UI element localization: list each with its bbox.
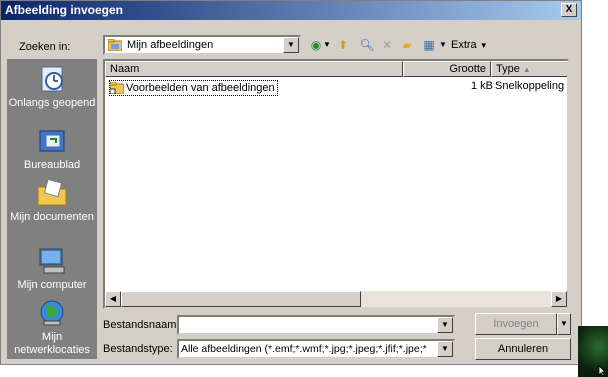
sort-ascending-icon: ▲ [522, 65, 531, 74]
insert-label: Invoegen [493, 318, 539, 330]
scroll-thumb[interactable] [121, 291, 361, 307]
views-dropdown-icon[interactable]: ▼ [439, 37, 447, 53]
filetype-value: Alle afbeeldingen (*.emf;*.wmf;*.jpg;*.j… [181, 343, 427, 355]
filename-field[interactable]: ▼ [177, 315, 455, 335]
place-network[interactable]: Mijn netwerklocaties [7, 299, 97, 357]
my-documents-icon [37, 179, 67, 206]
delete-icon[interactable]: ✕ [379, 37, 395, 53]
file-list[interactable]: Naam Grootte Type ▲ Voorbeelden van afbe… [103, 59, 569, 309]
look-in-label: Zoeken in: [19, 41, 71, 53]
network-places-icon [40, 300, 64, 326]
file-type: Snelkoppeling [495, 80, 565, 92]
cancel-label: Annuleren [497, 343, 549, 355]
file-size: 1 kB [470, 80, 493, 92]
column-header-type[interactable]: Type ▲ [491, 61, 567, 77]
desktop-icon [39, 130, 65, 152]
tools-label: Extra [451, 39, 477, 51]
filetype-combo[interactable]: Alle afbeeldingen (*.emf;*.wmf;*.jpg;*.j… [177, 339, 455, 359]
place-my-computer[interactable]: Mijn computer [7, 247, 97, 292]
scroll-left-icon[interactable]: ◀ [105, 291, 121, 307]
column-header-size[interactable]: Grootte [403, 61, 491, 77]
place-my-documents[interactable]: Mijn documenten [7, 179, 97, 224]
back-dropdown-icon[interactable]: ▼ [323, 37, 331, 53]
column-name-label: Naam [110, 63, 140, 75]
look-in-value: Mijn afbeeldingen [127, 39, 214, 51]
look-in-combo[interactable]: Mijn afbeeldingen ▼ [103, 35, 301, 55]
place-label: Mijn documenten [10, 211, 94, 223]
chevron-down-icon[interactable]: ▼ [437, 341, 453, 357]
column-type-label: Type [496, 63, 520, 75]
history-icon [41, 66, 63, 92]
place-history[interactable]: Onlangs geopend [7, 65, 97, 110]
insert-button[interactable]: Invoegen [475, 313, 557, 335]
filename-label: Bestandsnaam: [103, 319, 180, 331]
search-web-icon[interactable]: 🔍︎ [359, 37, 375, 53]
dialog-title: Afbeelding invoegen [5, 3, 124, 17]
back-icon[interactable]: ◉ [309, 37, 323, 53]
column-size-label: Grootte [449, 63, 486, 75]
scroll-right-icon[interactable]: ▶ [551, 291, 567, 307]
place-label: Onlangs geopend [8, 97, 96, 109]
column-header-name[interactable]: Naam [105, 61, 403, 77]
folder-icon [108, 39, 122, 51]
mouse-cursor-icon [598, 365, 606, 377]
tools-menu[interactable]: Extra ▼ [451, 37, 491, 53]
place-desktop[interactable]: Bureaublad [7, 127, 97, 172]
file-name-cell[interactable]: Voorbeelden van afbeeldingen [109, 80, 278, 96]
up-folder-icon[interactable]: ⬆ [335, 37, 351, 53]
insert-picture-dialog: Afbeelding invoegen X Zoeken in: Mijn af… [0, 0, 582, 365]
place-label: Bureaublad [23, 159, 81, 171]
shortcut-folder-icon [110, 82, 124, 94]
file-name: Voorbeelden van afbeeldingen [126, 82, 275, 94]
place-label: Mijn computer [17, 279, 87, 291]
file-row[interactable]: Voorbeelden van afbeeldingen 1 kB Snelko… [105, 79, 565, 96]
new-folder-icon[interactable]: ▰ [399, 37, 415, 53]
filetype-label: Bestandstype: [103, 343, 173, 355]
title-bar[interactable]: Afbeelding invoegen X [1, 1, 581, 20]
my-computer-icon [39, 248, 65, 274]
chevron-down-icon: ▼ [479, 41, 488, 50]
places-bar: Onlangs geopend Bureaublad Mijn document… [7, 59, 97, 359]
cancel-button[interactable]: Annuleren [475, 338, 571, 360]
horizontal-scrollbar[interactable]: ◀ ▶ [105, 291, 567, 307]
chevron-down-icon[interactable]: ▼ [283, 37, 299, 53]
close-button[interactable]: X [561, 3, 577, 17]
chevron-down-icon[interactable]: ▼ [437, 317, 453, 333]
place-label: Mijn netwerklocaties [14, 331, 90, 356]
insert-options-chevron-icon[interactable]: ▼ [557, 313, 571, 335]
views-icon[interactable]: ▦ [421, 37, 437, 53]
